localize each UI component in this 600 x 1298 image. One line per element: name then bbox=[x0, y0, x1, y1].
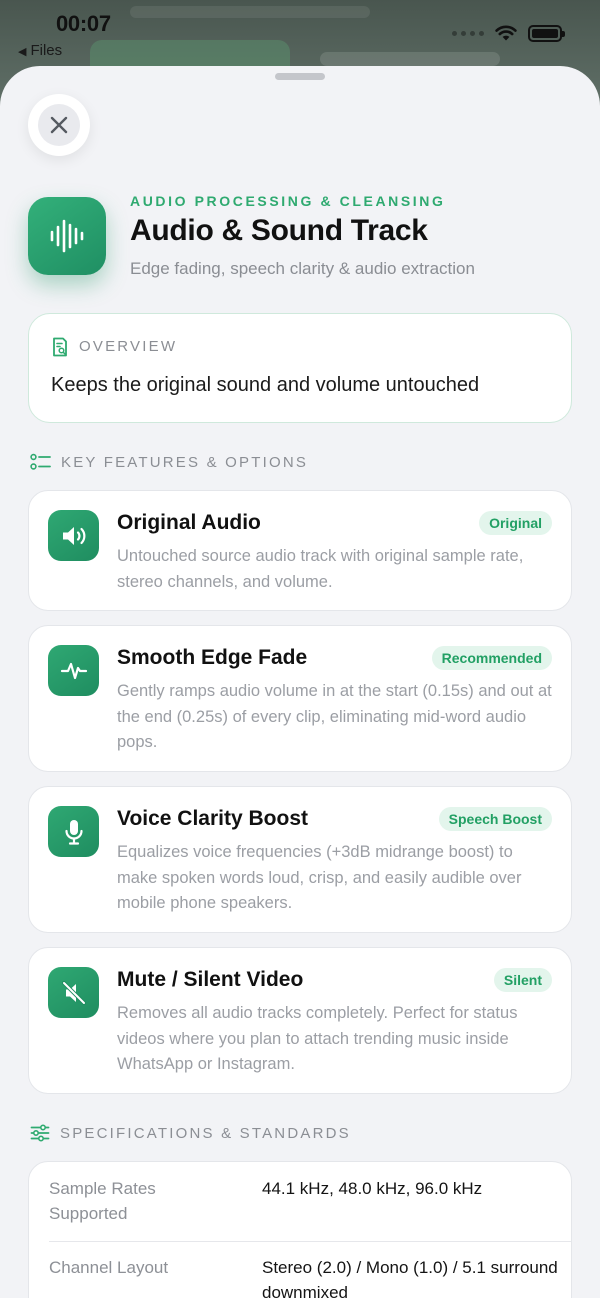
key-features-heading: KEY FEATURES & OPTIONS bbox=[30, 453, 308, 471]
feature-card-mute-silent-video[interactable]: Mute / Silent Video Silent Removes all a… bbox=[28, 947, 572, 1094]
overview-card bbox=[28, 313, 572, 423]
feature-description: Equalizes voice frequencies (+3dB midran… bbox=[117, 843, 522, 912]
feature-badge: Recommended bbox=[431, 646, 552, 670]
spec-key: Channel Layout bbox=[49, 1258, 169, 1277]
back-triangle-icon: ◀ bbox=[18, 46, 27, 58]
feature-icon-tile bbox=[48, 510, 99, 561]
waveform-icon bbox=[50, 219, 84, 253]
sheet-grabber[interactable] bbox=[275, 73, 325, 80]
feature-icon-tile bbox=[48, 967, 99, 1018]
close-icon bbox=[50, 116, 68, 134]
feature-badge: Original bbox=[479, 511, 552, 535]
feature-icon-tile bbox=[48, 645, 99, 696]
status-icons bbox=[452, 24, 565, 42]
feature-badge: Silent bbox=[493, 968, 552, 992]
battery-icon bbox=[528, 24, 565, 42]
page-title: Audio & Sound Track bbox=[130, 214, 428, 247]
audio-info-sheet: AUDIO PROCESSING & CLEANSING Audio & Sou… bbox=[0, 66, 600, 1298]
feature-card-smooth-edge-fade[interactable]: Smooth Edge Fade Recommended Gently ramp… bbox=[28, 625, 572, 772]
overview-label: OVERVIEW bbox=[79, 338, 178, 355]
feature-badge: Speech Boost bbox=[438, 807, 552, 831]
spec-divider bbox=[49, 1241, 571, 1242]
waveform-pulse-icon bbox=[60, 662, 87, 679]
speaker-muted-icon bbox=[61, 980, 86, 1005]
spec-value: Stereo (2.0) / Mono (1.0) / 5.1 surround… bbox=[262, 1258, 558, 1298]
status-time: 00:07 bbox=[56, 11, 111, 36]
feature-icon-tile bbox=[48, 806, 99, 857]
specifications-card: Sample Rates Supported 44.1 kHz, 48.0 kH… bbox=[28, 1161, 572, 1298]
feature-title: Smooth Edge Fade bbox=[117, 646, 308, 669]
microphone-icon bbox=[64, 819, 83, 845]
status-bar: 00:07 ◀ Files bbox=[0, 0, 600, 59]
close-button-inner bbox=[38, 104, 80, 146]
speaker-icon bbox=[62, 526, 85, 545]
feature-description: Untouched source audio track with origin… bbox=[117, 547, 524, 591]
close-button[interactable] bbox=[28, 94, 90, 156]
page-subtitle: Edge fading, speech clarity & audio extr… bbox=[130, 259, 475, 278]
cellular-dots-icon bbox=[452, 30, 484, 36]
spec-value: 44.1 kHz, 48.0 kHz, 96.0 kHz bbox=[262, 1179, 483, 1198]
wifi-icon bbox=[495, 25, 517, 41]
background-blur-element bbox=[320, 52, 500, 66]
sliders-icon bbox=[30, 1124, 50, 1142]
spec-key: Sample Rates Supported bbox=[49, 1179, 156, 1223]
specifications-heading: SPECIFICATIONS & STANDARDS bbox=[30, 1124, 351, 1142]
feature-description: Gently ramps audio volume in at the star… bbox=[117, 682, 552, 751]
feature-card-original-audio[interactable]: Original Audio Original Untouched source… bbox=[28, 490, 572, 611]
feature-title: Original Audio bbox=[117, 511, 261, 534]
specifications-label: SPECIFICATIONS & STANDARDS bbox=[60, 1124, 351, 1142]
feature-card-voice-clarity-boost[interactable]: Voice Clarity Boost Speech Boost Equaliz… bbox=[28, 786, 572, 933]
back-to-app-link[interactable]: ◀ Files bbox=[18, 42, 62, 59]
audio-waveform-hero-icon bbox=[28, 197, 106, 275]
overview-text: Keeps the original sound and volume unto… bbox=[51, 374, 480, 396]
back-app-label: Files bbox=[30, 42, 63, 59]
feature-title: Voice Clarity Boost bbox=[117, 807, 308, 830]
feature-description: Removes all audio tracks completely. Per… bbox=[117, 1004, 518, 1073]
category-eyebrow: AUDIO PROCESSING & CLEANSING bbox=[130, 193, 446, 209]
feature-list-icon bbox=[30, 453, 51, 470]
feature-title: Mute / Silent Video bbox=[117, 968, 304, 991]
document-search-icon bbox=[53, 337, 67, 357]
key-features-label: KEY FEATURES & OPTIONS bbox=[61, 453, 309, 471]
